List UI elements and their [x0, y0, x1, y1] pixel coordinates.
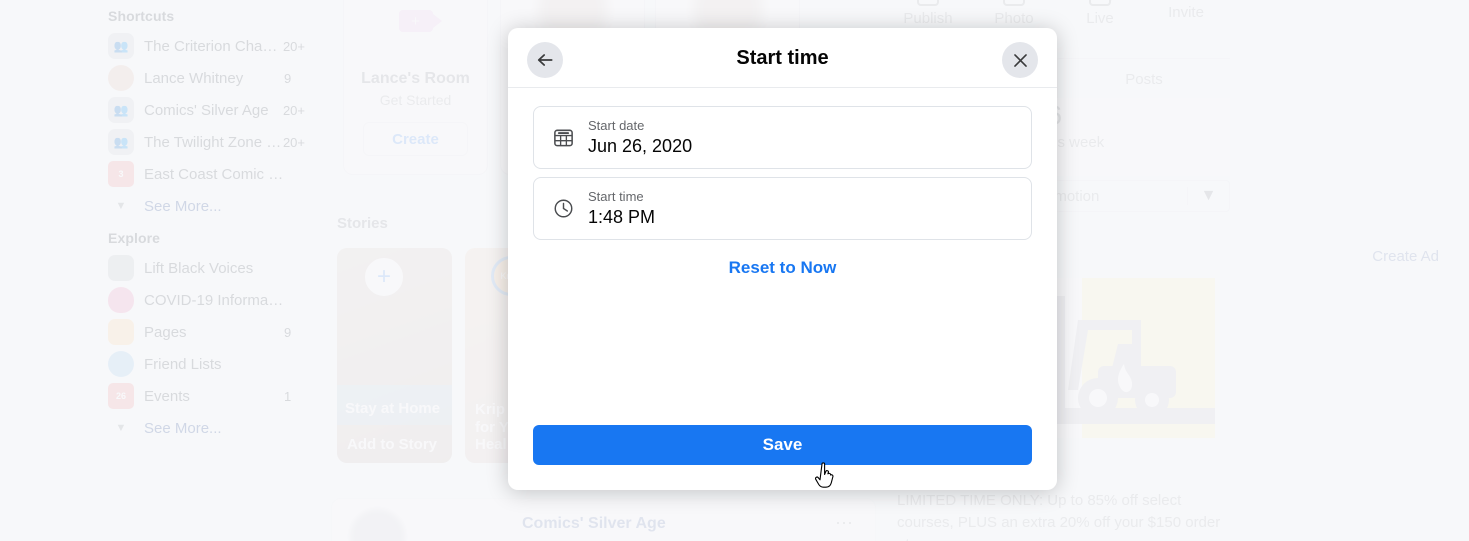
story-add-to-story[interactable]: Stay at Home + Add to Story — [337, 248, 452, 463]
start-date-text: Start date Jun 26, 2020 — [588, 117, 692, 159]
dialog-header: Start time — [508, 28, 1057, 88]
sidebar-item-label: East Coast Comic … — [144, 165, 284, 183]
chevron-down-icon: ▼ — [115, 422, 127, 434]
sidebar-item-count: 20+ — [282, 102, 305, 118]
sidebar-item-count: 9 — [284, 70, 292, 86]
ad-image[interactable] — [1040, 278, 1215, 438]
room-title: Lance's Room — [361, 70, 470, 87]
see-more-label: See More... — [144, 197, 222, 215]
group-icon: 👥 — [108, 33, 134, 59]
forklift-icon — [1040, 278, 1215, 438]
action-label: Publish — [903, 10, 953, 27]
action-label: Live — [1086, 10, 1114, 27]
sidebar-item-label: Comics' Silver Age — [144, 101, 269, 119]
action-photo[interactable]: Photo — [971, 0, 1057, 27]
dialog-body: Start date Jun 26, 2020 Start time 1:48 … — [508, 88, 1057, 425]
sidebar-item-label: Events — [144, 387, 190, 405]
sidebar-item-count: 20+ — [282, 134, 305, 150]
sidebar-item-pages[interactable]: Pages 9 — [100, 316, 315, 348]
page-root: Shortcuts 👥 The Criterion Chan… 20+ Lanc… — [0, 0, 1469, 541]
lift-black-voices-icon — [108, 255, 134, 281]
ad-description: LIMITED TIME ONLY: Up to 85% off select … — [897, 492, 1221, 541]
reset-to-now-button[interactable]: Reset to Now — [533, 258, 1032, 278]
dialog-title: Start time — [736, 46, 829, 69]
tab-posts[interactable]: Posts — [1058, 59, 1230, 100]
stories-heading: Stories — [337, 215, 388, 232]
sidebar-item-events[interactable]: 26 Events 1 — [100, 380, 315, 412]
sidebar-item-label: COVID-19 Informat… — [144, 291, 284, 309]
chevron-down-icon[interactable]: ▼ — [1187, 187, 1229, 205]
publish-icon — [917, 0, 939, 6]
close-icon — [1013, 53, 1027, 67]
clock-icon — [552, 197, 584, 220]
group-icon: 👥 — [108, 129, 134, 155]
start-time-value: 1:48 PM — [588, 207, 656, 228]
create-room-button[interactable]: Create — [363, 122, 468, 156]
sidebar-item-twilight-zone[interactable]: 👥 The Twilight Zone … 20+ — [100, 126, 315, 158]
post-author-name[interactable]: Comics' Silver Age — [522, 515, 666, 533]
calendar-icon — [552, 126, 584, 149]
sidebar-item-lance-whitney[interactable]: Lance Whitney 9 — [100, 62, 315, 94]
page-action-row: Publish Photo Live Invite — [885, 0, 1230, 27]
sidebar-item-label: Friend Lists — [144, 355, 222, 373]
sidebar-item-count: 1 — [284, 388, 292, 404]
video-camera-plus-icon: + — [398, 10, 442, 32]
ellipsis-icon[interactable]: ⋯ — [835, 513, 855, 534]
start-date-field[interactable]: Start date Jun 26, 2020 — [533, 106, 1032, 169]
close-button[interactable] — [1002, 42, 1038, 78]
friend-lists-icon — [108, 351, 134, 377]
start-time-field[interactable]: Start time 1:48 PM — [533, 177, 1032, 240]
action-publish[interactable]: Publish — [885, 0, 971, 27]
sidebar-item-count: 20+ — [282, 38, 305, 54]
sidebar-item-comics-silver-age[interactable]: 👥 Comics' Silver Age 20+ — [100, 94, 315, 126]
sidebar-item-friend-lists[interactable]: Friend Lists — [100, 348, 315, 380]
group-icon: 👥 — [108, 97, 134, 123]
chevron-down-icon: ▼ — [115, 200, 127, 212]
room-icon-circle: + — [380, 0, 451, 56]
story-caption: Add to Story — [347, 435, 437, 453]
sidebar-item-covid-information[interactable]: COVID-19 Informat… — [100, 284, 315, 316]
feed-post-card[interactable]: Comics' Silver Age ⋯ — [331, 498, 876, 541]
story-overlay-text: Stay at Home — [345, 400, 441, 417]
start-time-text: Start time 1:48 PM — [588, 188, 655, 230]
explore-heading: Explore — [108, 230, 161, 246]
explore-see-more[interactable]: ▼ See More... — [100, 412, 315, 444]
save-button[interactable]: Save — [533, 425, 1032, 465]
room-card[interactable]: + Lance's Room Get Started Create — [343, 0, 488, 175]
story-caption: Krip for Y Heal — [475, 401, 509, 453]
live-video-icon — [1089, 0, 1117, 6]
see-more-label: See More... — [144, 419, 222, 437]
covid-shield-icon — [108, 287, 134, 313]
avatar-icon — [108, 65, 134, 91]
calendar-icon: 3 — [108, 161, 134, 187]
start-time-label: Start time — [588, 188, 644, 204]
start-time-dialog: Start time Start date Jun 26, 2020 Start… — [508, 28, 1057, 490]
plus-icon[interactable]: + — [365, 258, 403, 296]
events-calendar-icon: 26 — [108, 383, 134, 409]
room-subtitle: Get Started — [379, 92, 452, 108]
sidebar-item-lift-black-voices[interactable]: Lift Black Voices — [100, 252, 315, 284]
action-label: Invite — [1168, 4, 1204, 21]
action-live[interactable]: Live — [1057, 0, 1143, 27]
sidebar-item-count: 9 — [284, 324, 292, 340]
sidebar-item-east-coast-comic[interactable]: 3 East Coast Comic … — [100, 158, 315, 190]
action-label: Photo — [994, 10, 1034, 27]
sidebar-item-label: Pages — [144, 323, 187, 341]
sidebar-item-label: Lance Whitney — [144, 69, 244, 87]
shortcuts-see-more[interactable]: ▼ See More... — [100, 190, 315, 222]
sidebar-item-label: The Twilight Zone … — [144, 133, 282, 151]
dialog-footer: Save — [508, 425, 1057, 490]
sidebar-item-label: The Criterion Chan… — [144, 37, 283, 55]
start-date-value: Jun 26, 2020 — [588, 136, 693, 157]
avatar — [350, 509, 405, 541]
create-ad-link[interactable]: Create Ad — [1372, 248, 1439, 265]
photo-icon — [1003, 0, 1025, 6]
sidebar-item-criterion[interactable]: 👥 The Criterion Chan… 20+ — [100, 30, 315, 62]
left-sidebar: Shortcuts 👥 The Criterion Chan… 20+ Lanc… — [100, 0, 315, 444]
start-date-label: Start date — [588, 117, 645, 133]
shortcuts-heading: Shortcuts — [108, 8, 175, 24]
pages-flag-icon — [108, 319, 134, 345]
action-invite[interactable]: Invite — [1143, 0, 1229, 27]
sidebar-item-label: Lift Black Voices — [144, 259, 254, 277]
